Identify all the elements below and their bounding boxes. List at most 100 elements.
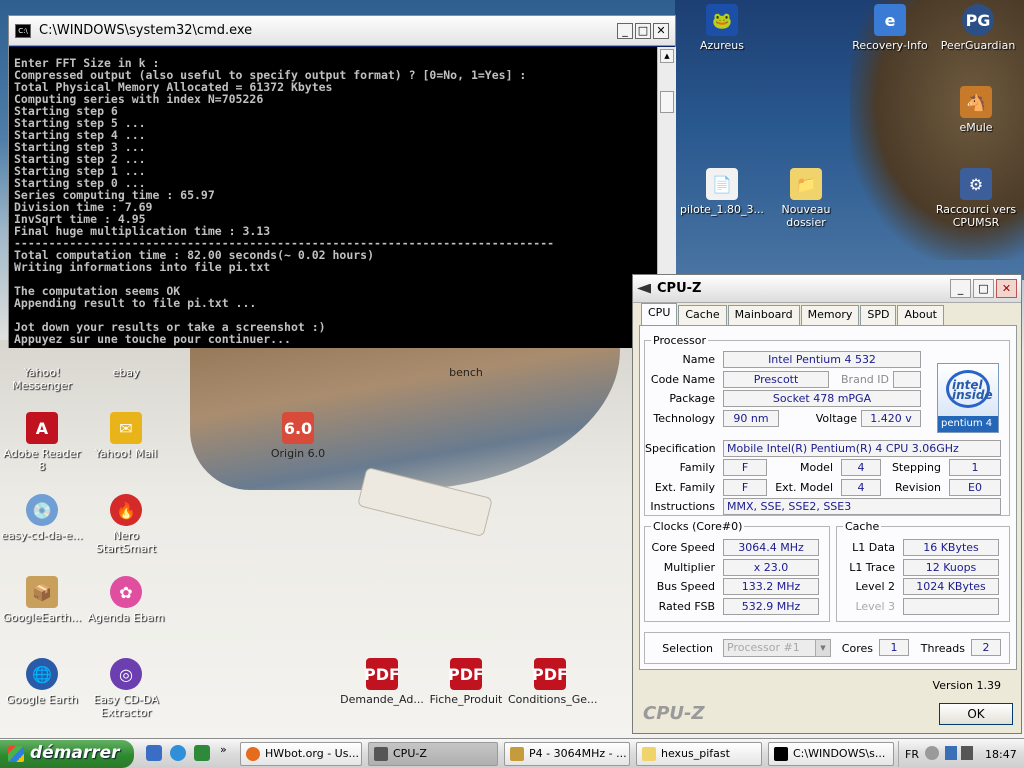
console-line: Appuyez sur une touche pour continuer... (14, 332, 291, 346)
cores-value: 1 (879, 639, 909, 656)
task-cpuz[interactable]: CPU-Z (368, 742, 498, 766)
folder-icon (642, 747, 656, 761)
threads-value: 2 (971, 639, 1001, 656)
desktop-icon-googleearth-setup[interactable]: 📦 GoogleEarth... (0, 576, 84, 624)
desktop-icon-google-earth[interactable]: 🌐 Google Earth (0, 658, 84, 706)
desktop-icon-cpumsr[interactable]: ⚙ Raccourci vers CPUMSR (934, 168, 1018, 229)
tab-cpu[interactable]: CPU (641, 303, 678, 326)
maximize-button[interactable]: □ (635, 22, 651, 39)
minimize-button[interactable]: _ (617, 22, 633, 39)
cores-label: Cores (841, 642, 873, 655)
tab-mainboard[interactable]: Mainboard (727, 305, 800, 326)
scroll-thumb[interactable] (660, 91, 674, 113)
revision-value: E0 (949, 479, 1001, 496)
processor-select[interactable]: Processor #1 ▼ (723, 639, 831, 657)
quicklaunch-ie-icon[interactable] (170, 745, 186, 761)
codename-label: Code Name (650, 373, 715, 386)
busspeed-label: Bus Speed (656, 580, 715, 593)
selection-row: Selection Processor #1 ▼ Cores 1 Threads… (644, 632, 1010, 664)
selection-label: Selection (662, 642, 713, 655)
name-label: Name (682, 353, 715, 366)
start-button[interactable]: démarrer (0, 740, 134, 768)
desktop-icon-bench[interactable]: bench (424, 346, 508, 379)
flower-icon: ✿ (110, 576, 142, 608)
nero-icon: 🔥 (110, 494, 142, 526)
desktop-icon-adobe-reader[interactable]: A Adobe Reader 8 (0, 412, 84, 473)
cmd-window[interactable]: C:\ C:\WINDOWS\system32\cmd.exe _ □ ✕ En… (8, 15, 676, 348)
level2-value: 1024 KBytes (903, 578, 999, 595)
cpuz-brand: CPU-Z (643, 703, 705, 724)
l1data-label: L1 Data (852, 541, 895, 554)
tab-spd[interactable]: SPD (860, 305, 897, 326)
task-label: CPU-Z (393, 747, 427, 760)
desktop-icon-emule[interactable]: 🐴 eMule (934, 86, 1018, 134)
ie-shortcut-icon: e (874, 4, 906, 36)
desktop-icon-fiche-produit[interactable]: PDF Fiche_Produit (424, 658, 508, 706)
cpuz-window[interactable]: CPU-Z _ □ ✕ CPU Cache Mainboard Memory S… (632, 274, 1022, 734)
scroll-up-icon[interactable]: ▲ (660, 49, 674, 63)
ratedfsb-label: Rated FSB (658, 600, 715, 613)
tab-about[interactable]: About (897, 305, 944, 326)
azureus-icon: 🐸 (706, 4, 738, 36)
desktop-icon-easy-cd-da-extractor[interactable]: ◎ Easy CD-DA Extractor (84, 658, 168, 719)
voltage-label: Voltage (815, 412, 857, 425)
task-cmd[interactable]: C:\WINDOWS\s... (768, 742, 894, 766)
console-icon: C:\ (15, 23, 31, 38)
language-indicator[interactable]: FR (905, 748, 919, 761)
task-label: C:\WINDOWS\s... (793, 747, 886, 760)
task-hwbot[interactable]: HWbot.org - Us... (240, 742, 362, 766)
cpuz-titlebar[interactable]: CPU-Z _ □ ✕ (633, 275, 1021, 303)
desktop-icon-nero[interactable]: 🔥 Nero StartSmart (84, 494, 168, 555)
pdf-icon: PDF (448, 658, 484, 690)
cd-extractor-icon: ◎ (110, 658, 142, 690)
quicklaunch-excel-icon[interactable] (194, 745, 210, 761)
desktop-icon-demande[interactable]: PDF Demande_Ad... (340, 658, 424, 706)
close-button[interactable]: ✕ (653, 22, 669, 39)
desktop-icon-origin[interactable]: 6.0 Origin 6.0 (256, 412, 340, 460)
tray-volume-icon[interactable] (961, 746, 973, 760)
task-hexus-pifast[interactable]: hexus_pifast (636, 742, 762, 766)
tray-nav-icon[interactable] (925, 746, 939, 760)
yahoo-mail-icon: ✉ (110, 412, 142, 444)
maximize-button[interactable]: □ (973, 279, 994, 298)
desktop-icon-yahoo-messenger[interactable]: Yahoo! Messenger (0, 346, 84, 392)
processor-group: Processor Name Intel Pentium 4 532 Code … (644, 334, 1010, 516)
codename-value: Prescott (723, 371, 829, 388)
model-label: Model (799, 461, 833, 474)
level3-label: Level 3 (855, 600, 895, 613)
origin-icon: 6.0 (282, 412, 314, 444)
level2-label: Level 2 (855, 580, 895, 593)
desktop-icon-easy-cd-da[interactable]: 💿 easy-cd-da-e... (0, 494, 84, 542)
emule-icon: 🐴 (960, 86, 992, 118)
package-value: Socket 478 mPGA (723, 390, 921, 407)
task-p4[interactable]: P4 - 3064MHz - ... (504, 742, 630, 766)
intel-inside-text: intel inside (952, 378, 993, 402)
quicklaunch-desktop-icon[interactable] (146, 745, 162, 761)
minimize-button[interactable]: _ (950, 279, 971, 298)
desktop-icon-yahoo-mail[interactable]: ✉ Yahoo! Mail (84, 412, 168, 460)
quicklaunch-more-icon[interactable]: » (220, 743, 227, 756)
folder-icon: 📁 (790, 168, 822, 200)
desktop-icon-conditions[interactable]: PDF Conditions_Ge... (508, 658, 598, 706)
cd-icon: 💿 (26, 494, 58, 526)
desktop-icon-recovery-info[interactable]: e Recovery-Info (848, 4, 932, 52)
clocks-group: Clocks (Core#0) Core Speed 3064.4 MHz Mu… (644, 520, 830, 622)
close-button[interactable]: ✕ (996, 279, 1017, 298)
cmd-titlebar[interactable]: C:\ C:\WINDOWS\system32\cmd.exe _ □ ✕ (9, 16, 675, 46)
tab-memory[interactable]: Memory (800, 305, 860, 326)
ok-button[interactable]: OK (939, 703, 1013, 725)
clock[interactable]: 18:47 (985, 748, 1017, 761)
model-value: 4 (841, 459, 881, 476)
tab-cache[interactable]: Cache (678, 305, 727, 326)
desktop-icon-agenda[interactable]: ✿ Agenda Ebam (84, 576, 168, 624)
windows-flag-icon (8, 746, 24, 762)
desktop-icon-ebay[interactable]: ebay (84, 346, 168, 379)
desktop-icon-peerguardian[interactable]: PG PeerGuardian (936, 4, 1020, 52)
console-output[interactable]: Enter FFT Size in k : Compressed output (… (9, 47, 657, 348)
desktop-icon-pilote[interactable]: 📄 pilote_1.80_3... (680, 168, 764, 216)
multiplier-value: x 23.0 (723, 559, 819, 576)
desktop-icon-azureus[interactable]: 🐸 Azureus (680, 4, 764, 52)
desktop-icon-nouveau-dossier[interactable]: 📁 Nouveau dossier (764, 168, 848, 229)
busspeed-value: 133.2 MHz (723, 578, 819, 595)
tray-network-icon[interactable] (945, 746, 957, 760)
